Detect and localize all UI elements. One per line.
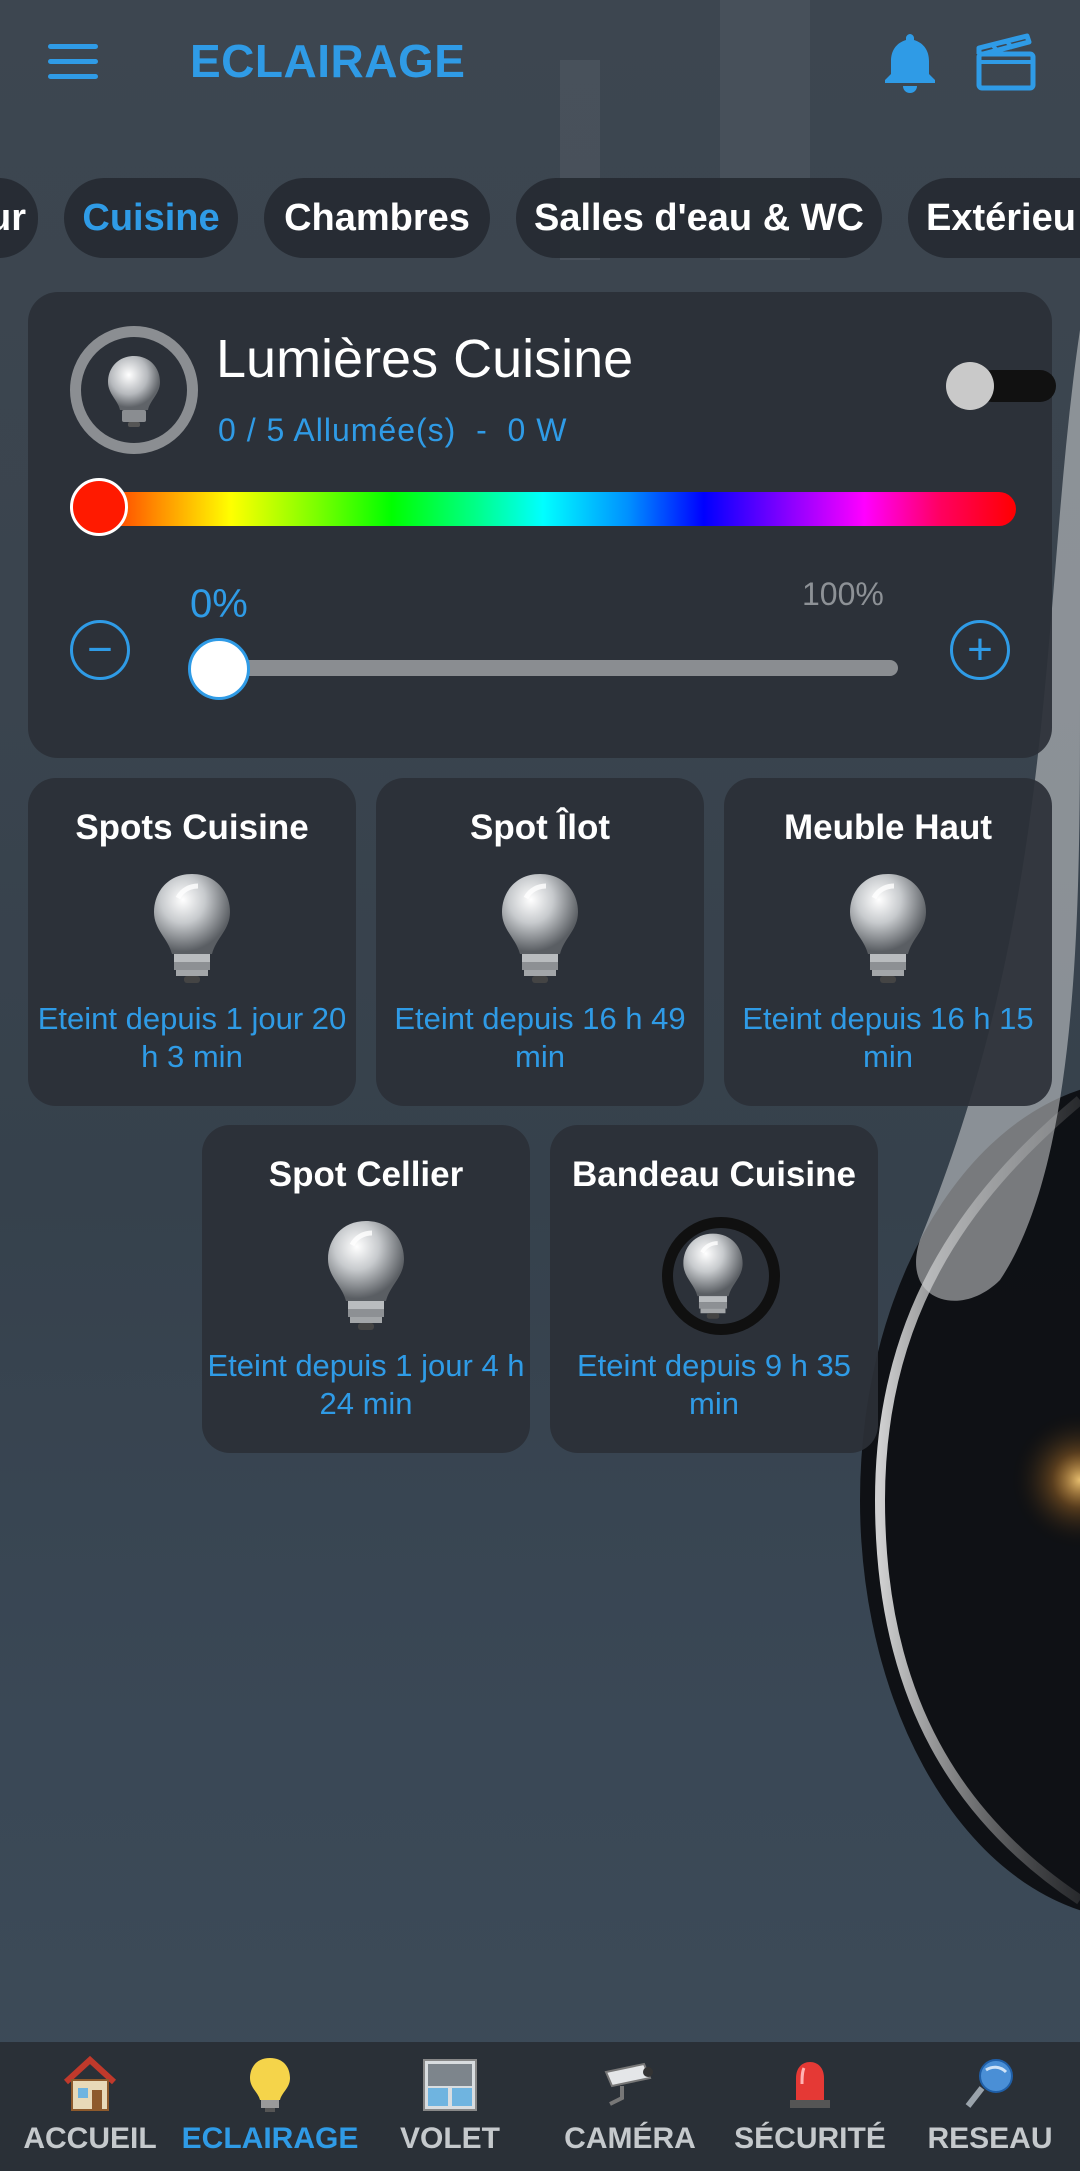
brightness-decrease-button[interactable]: −: [70, 620, 130, 680]
device-name: Spot Cellier: [268, 1155, 464, 1194]
light-group-card: Lumières Cuisine 0 / 5 Allumée(s) - 0 W …: [28, 292, 1056, 758]
tab-chambres[interactable]: Chambres: [264, 178, 490, 258]
clapperboard-icon[interactable]: [975, 32, 1037, 92]
device-status: Eteint depuis 1 jour 20 h 3 min: [37, 1001, 347, 1074]
nav-volet[interactable]: VOLET: [360, 2042, 540, 2171]
nav-label-securite: SÉCURITÉ: [734, 2122, 886, 2155]
nav-securite[interactable]: SÉCURITÉ: [720, 2042, 900, 2171]
nav-label-accueil: ACCUEIL: [23, 2122, 157, 2155]
siren-icon: [790, 2062, 830, 2108]
lightbulb-icon: [142, 868, 242, 986]
device-tile[interactable]: Spot Îlot Eteint depuis 16 h 49 min: [376, 778, 704, 1106]
nav-camera[interactable]: CAMÉRA: [540, 2042, 720, 2171]
room-tabs: ur Cuisine Chambres Salles d'eau & WC Ex…: [0, 178, 1080, 262]
minus-icon: −: [87, 625, 113, 674]
device-tile[interactable]: Meuble Haut Eteint depuis 16 h 15 min: [724, 778, 1052, 1106]
brightness-increase-button[interactable]: +: [950, 620, 1010, 680]
brightness-slider-track[interactable]: [218, 660, 898, 676]
device-status: Eteint depuis 9 h 35 min: [576, 1348, 852, 1421]
tab-exterieur[interactable]: Extérieu: [908, 178, 1080, 258]
page-title: ECLAIRAGE: [190, 35, 466, 87]
device-tile[interactable]: Spot Cellier Eteint depuis 1 jour 4 h 24 …: [202, 1125, 530, 1453]
bottom-navigation: ACCUEIL ECLAIRAGE VOLET CAMÉRA SÉCURITÉ …: [0, 2042, 1080, 2171]
tab-salles-d-eau-wc[interactable]: Salles d'eau & WC: [516, 178, 882, 258]
device-status: Eteint depuis 1 jour 4 h 24 min: [207, 1348, 525, 1421]
color-picker-bar[interactable]: [70, 492, 1016, 526]
nav-label-reseau: RESEAU: [927, 2122, 1053, 2155]
group-lightbulb-icon[interactable]: [70, 326, 198, 454]
nav-label-camera: CAMÉRA: [564, 2122, 696, 2155]
top-app-bar: ECLAIRAGE: [0, 0, 1080, 130]
color-picker-handle[interactable]: [70, 478, 128, 536]
device-name: Meuble Haut: [783, 808, 993, 847]
tab-sejour[interactable]: ur: [0, 178, 38, 258]
cctv-camera-icon: [604, 2062, 653, 2106]
lightbulb-icon: [838, 868, 938, 986]
nav-label-eclairage: ECLAIRAGE: [181, 2122, 359, 2155]
device-name: Bandeau Cuisine: [572, 1155, 856, 1194]
device-name: Spots Cuisine: [75, 808, 309, 847]
brightness-value: 0%: [190, 582, 248, 626]
device-status: Eteint depuis 16 h 15 min: [742, 1001, 1034, 1074]
nav-eclairage[interactable]: ECLAIRAGE: [180, 2042, 360, 2171]
brightness-slider-thumb[interactable]: [188, 638, 250, 700]
group-power-toggle[interactable]: [946, 362, 1056, 410]
group-status: 0 / 5 Allumée(s) - 0 W: [218, 412, 568, 448]
device-tile[interactable]: Spots Cuisine Eteint depuis 1 jour 20 h 3…: [28, 778, 356, 1106]
tab-cuisine[interactable]: Cuisine: [64, 178, 238, 258]
nav-reseau[interactable]: RESEAU: [900, 2042, 1080, 2171]
device-name: Spot Îlot: [470, 808, 610, 847]
nav-accueil[interactable]: ACCUEIL: [0, 2042, 180, 2171]
device-status: Eteint depuis 16 h 49 min: [394, 1001, 686, 1074]
group-title: Lumières Cuisine: [216, 329, 634, 389]
bell-icon[interactable]: [880, 30, 940, 94]
device-tile[interactable]: Bandeau Cuisine Eteint depuis 9 h 35 min: [550, 1125, 878, 1453]
hamburger-menu-icon[interactable]: [48, 44, 98, 80]
nav-label-volet: VOLET: [399, 2122, 500, 2155]
network-icon: [965, 2059, 1013, 2108]
brightness-max-label: 100%: [802, 576, 884, 612]
lightbulb-icon: [674, 1229, 743, 1319]
lightbulb-icon: [316, 1215, 416, 1333]
plus-icon: +: [967, 625, 993, 674]
house-icon: [63, 2055, 117, 2111]
lightbulb-icon: [250, 2058, 290, 2112]
lightbulb-icon: [490, 868, 590, 986]
window-shutter-icon: [423, 2059, 477, 2111]
